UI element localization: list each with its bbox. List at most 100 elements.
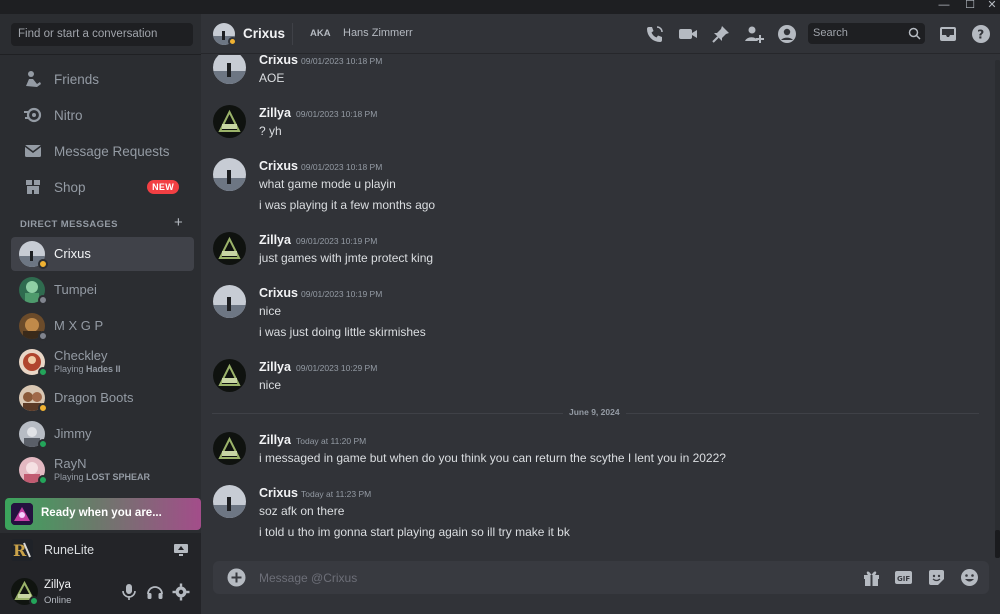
message-text: ? yh: [259, 124, 282, 138]
message-author[interactable]: Crixus: [259, 286, 298, 300]
nav-message-requests[interactable]: Message Requests: [11, 135, 194, 167]
message-text: what game mode u playin: [259, 177, 396, 191]
message-composer[interactable]: Message @Crixus GIF: [213, 561, 989, 594]
minimize-button[interactable]: —: [931, 0, 957, 14]
svg-text:GIF: GIF: [897, 575, 910, 583]
create-dm-button[interactable]: +: [174, 214, 183, 231]
nav-shop[interactable]: Shop NEW: [11, 171, 194, 203]
user-profile-icon[interactable]: [777, 24, 797, 44]
message-timestamp: 09/01/2023 10:18 PM: [301, 162, 383, 172]
nav-nitro[interactable]: Nitro: [11, 99, 194, 131]
dm-activity: Playing LOST SPHEAR: [54, 472, 150, 482]
search-placeholder: Search: [813, 27, 848, 39]
message-timestamp: 09/01/2023 10:19 PM: [301, 289, 383, 299]
dm-name: Crixus: [54, 246, 91, 261]
dm-name: M X G P: [54, 318, 104, 333]
sticker-icon[interactable]: [927, 568, 946, 587]
dm-item-checkley[interactable]: Checkley Playing Hades II: [11, 345, 194, 379]
emoji-icon[interactable]: [960, 568, 979, 587]
message-text: i was just doing little skirmishes: [259, 325, 426, 339]
add-friends-to-dm-icon[interactable]: [744, 24, 764, 44]
message-author[interactable]: Zillya: [259, 360, 291, 374]
avatar[interactable]: [213, 158, 246, 191]
message-author[interactable]: Zillya: [259, 233, 291, 247]
dm-item-crixus[interactable]: Crixus: [11, 237, 194, 271]
gift-icon[interactable]: [862, 568, 881, 587]
direct-messages-header: DIRECT MESSAGES: [20, 219, 118, 230]
headphones-icon[interactable]: [146, 583, 164, 601]
nav-label: Message Requests: [54, 143, 170, 159]
avatar[interactable]: [213, 105, 246, 138]
idle-status-icon: [38, 259, 48, 269]
message-text: i was playing it a few months ago: [259, 198, 436, 212]
activity-prefix: Playing: [54, 472, 84, 482]
message-scrollbar[interactable]: [995, 60, 1000, 558]
pin-icon[interactable]: [711, 24, 731, 44]
chat-area: Crixus AKA Hans Zimmerr Search ? Crixus …: [201, 14, 1000, 614]
idle-status-icon: [228, 37, 237, 46]
dm-item-tumpei[interactable]: Tumpei: [11, 273, 194, 307]
avatar[interactable]: [213, 359, 246, 392]
voice-call-icon[interactable]: [645, 24, 665, 44]
message-timestamp: Today at 11:23 PM: [301, 489, 372, 499]
nav-friends[interactable]: Friends: [11, 63, 194, 95]
search-icon: [908, 27, 921, 40]
online-status-icon: [38, 475, 48, 485]
dm-name: Tumpei: [54, 282, 97, 297]
date-divider-label: June 9, 2024: [563, 407, 626, 417]
upload-plus-icon[interactable]: [227, 568, 246, 587]
user-status-text: Online: [44, 595, 72, 606]
avatar[interactable]: [213, 285, 246, 318]
nitro-icon: [22, 104, 44, 126]
message-list: Crixus 09/01/2023 10:18 PM AOE Zillya 09…: [201, 55, 1000, 560]
message-timestamp: 09/01/2023 10:19 PM: [296, 236, 378, 246]
user-panel: Zillya Online: [0, 569, 201, 614]
help-icon[interactable]: ?: [971, 24, 991, 44]
dm-item-mxgp[interactable]: M X G P: [11, 309, 194, 343]
dm-name: Jimmy: [54, 426, 92, 441]
search-input[interactable]: Search: [808, 23, 925, 44]
message-timestamp: Today at 11:20 PM: [296, 436, 367, 446]
shop-icon: [22, 176, 44, 198]
message-author[interactable]: Crixus: [259, 486, 298, 500]
recipient-name[interactable]: Crixus: [243, 26, 285, 41]
dm-name: RayN: [54, 456, 87, 471]
dm-item-dragon-boots[interactable]: Dragon Boots: [11, 381, 194, 415]
close-window-button[interactable]: ✕: [979, 0, 1000, 14]
nav-label: Friends: [54, 71, 100, 87]
message-author[interactable]: Zillya: [259, 433, 291, 447]
dm-item-rayn[interactable]: RayN Playing LOST SPHEAR: [11, 453, 194, 487]
message-timestamp: 09/01/2023 10:18 PM: [296, 109, 378, 119]
nav-label: Shop: [54, 179, 86, 195]
offline-status-icon: [38, 331, 48, 341]
avatar[interactable]: [213, 55, 246, 84]
gear-icon[interactable]: [172, 583, 190, 601]
video-call-icon[interactable]: [678, 24, 698, 44]
microphone-icon[interactable]: [120, 583, 138, 601]
user-name: Zillya: [44, 579, 71, 591]
message-text: just games with jmte protect king: [259, 251, 434, 265]
online-status-icon: [38, 439, 48, 449]
message-input[interactable]: Message @Crixus: [259, 571, 357, 585]
message-author[interactable]: Crixus: [259, 159, 298, 173]
message-timestamp: 09/01/2023 10:18 PM: [301, 56, 383, 66]
message-author[interactable]: Crixus: [259, 55, 298, 67]
aka-label: AKA: [310, 28, 331, 39]
avatar[interactable]: [213, 232, 246, 265]
divider: [0, 54, 201, 55]
avatar[interactable]: [213, 432, 246, 465]
window-titlebar: — ☐ ✕: [0, 0, 1000, 14]
gif-icon[interactable]: GIF: [894, 568, 913, 587]
message-author[interactable]: Zillya: [259, 106, 291, 120]
dm-item-jimmy[interactable]: Jimmy: [11, 417, 194, 451]
inbox-icon[interactable]: [938, 24, 958, 44]
idle-status-icon: [38, 403, 48, 413]
current-activity[interactable]: R RuneLite: [0, 533, 201, 569]
avatar[interactable]: [213, 485, 246, 518]
find-conversation-button[interactable]: Find or start a conversation: [11, 23, 193, 46]
screen-share-icon[interactable]: [173, 542, 189, 558]
aka-name[interactable]: Hans Zimmerr: [343, 27, 413, 39]
promo-banner[interactable]: Ready when you are...: [5, 498, 201, 530]
message-text: nice: [259, 304, 282, 318]
message-text: i messaged in game but when do you think…: [259, 451, 726, 465]
